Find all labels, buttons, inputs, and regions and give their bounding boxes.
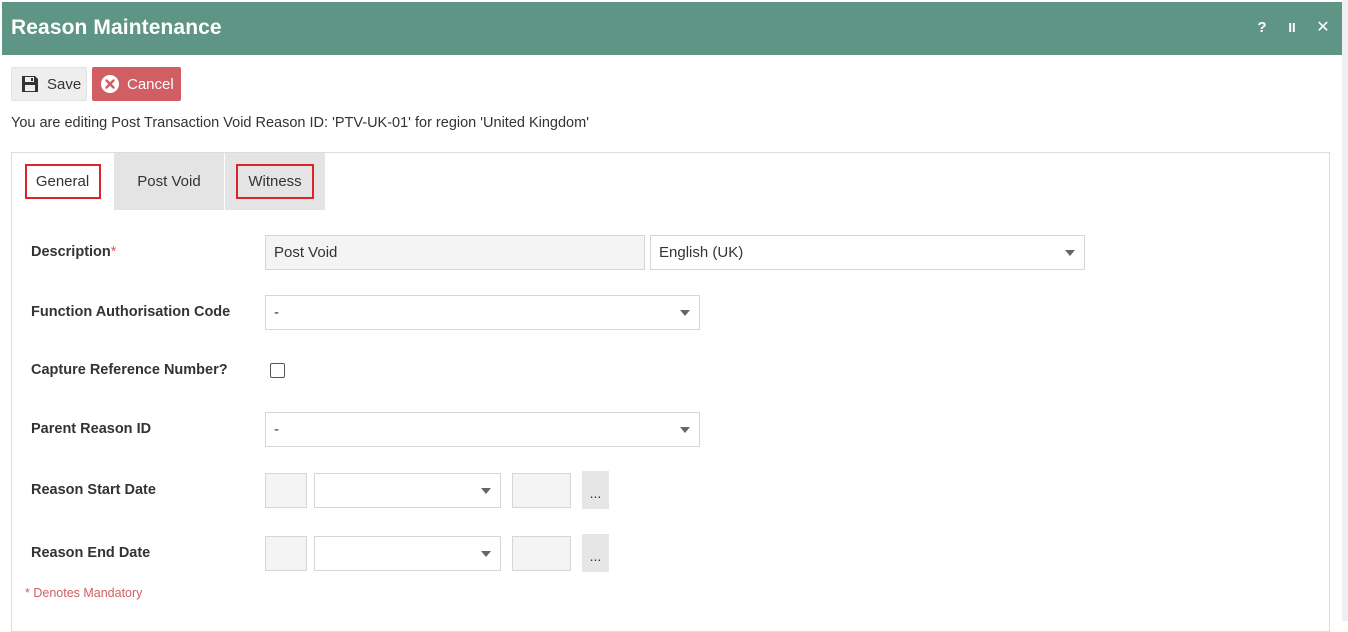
scrollbar-track — [1342, 0, 1348, 621]
capture-reference-number-checkbox[interactable] — [270, 363, 285, 378]
tab-post-void[interactable]: Post Void — [114, 153, 224, 210]
help-icon[interactable]: ? — [1253, 18, 1271, 38]
cancel-label: Cancel — [127, 75, 174, 93]
capture-reference-number-label: Capture Reference Number? — [31, 362, 228, 378]
language-select-value: English (UK) — [659, 244, 744, 261]
required-mark: * — [110, 244, 117, 260]
language-select[interactable]: English (UK) — [650, 235, 1085, 270]
save-icon — [20, 74, 40, 94]
function-authorisation-code-value: - — [274, 304, 279, 321]
end-month-select[interactable] — [314, 536, 501, 571]
editing-info-text: You are editing Post Transaction Void Re… — [11, 115, 589, 131]
chevron-down-icon — [1065, 250, 1075, 256]
description-label: Description* — [31, 244, 116, 260]
chevron-down-icon — [680, 427, 690, 433]
start-date-picker-button[interactable]: ... — [582, 471, 609, 509]
window-title: Reason Maintenance — [11, 16, 222, 39]
function-authorisation-code-label: Function Authorisation Code — [31, 304, 231, 320]
end-year-input[interactable] — [512, 536, 571, 571]
parent-reason-id-select[interactable]: - — [265, 412, 700, 447]
chevron-down-icon — [481, 488, 491, 494]
save-button[interactable]: Save — [11, 67, 87, 101]
function-authorisation-code-select[interactable]: - — [265, 295, 700, 330]
chevron-down-icon — [481, 551, 491, 557]
start-month-select[interactable] — [314, 473, 501, 508]
reason-start-date-label: Reason Start Date — [31, 482, 156, 498]
description-label-text: Description — [31, 244, 111, 260]
description-input[interactable]: Post Void — [265, 235, 645, 270]
parent-reason-id-label: Parent Reason ID — [31, 421, 152, 437]
mandatory-note: * Denotes Mandatory — [25, 586, 143, 600]
reason-end-date-label: Reason End Date — [31, 545, 151, 561]
chevron-down-icon — [680, 310, 690, 316]
end-day-input[interactable] — [265, 536, 307, 571]
end-date-picker-button[interactable]: ... — [582, 534, 609, 572]
form-panel — [11, 152, 1330, 632]
start-year-input[interactable] — [512, 473, 571, 508]
window-titlebar: Reason Maintenance ? II ✕ — [2, 2, 1342, 55]
parent-reason-id-value: - — [274, 421, 279, 438]
cancel-icon — [100, 74, 120, 94]
start-day-input[interactable] — [265, 473, 307, 508]
tab-general[interactable]: General — [12, 153, 113, 210]
cancel-button[interactable]: Cancel — [92, 67, 181, 101]
tab-witness[interactable]: Witness — [225, 153, 325, 210]
close-icon[interactable]: ✕ — [1314, 18, 1332, 38]
save-label: Save — [47, 75, 82, 93]
pause-icon[interactable]: II — [1283, 18, 1301, 38]
